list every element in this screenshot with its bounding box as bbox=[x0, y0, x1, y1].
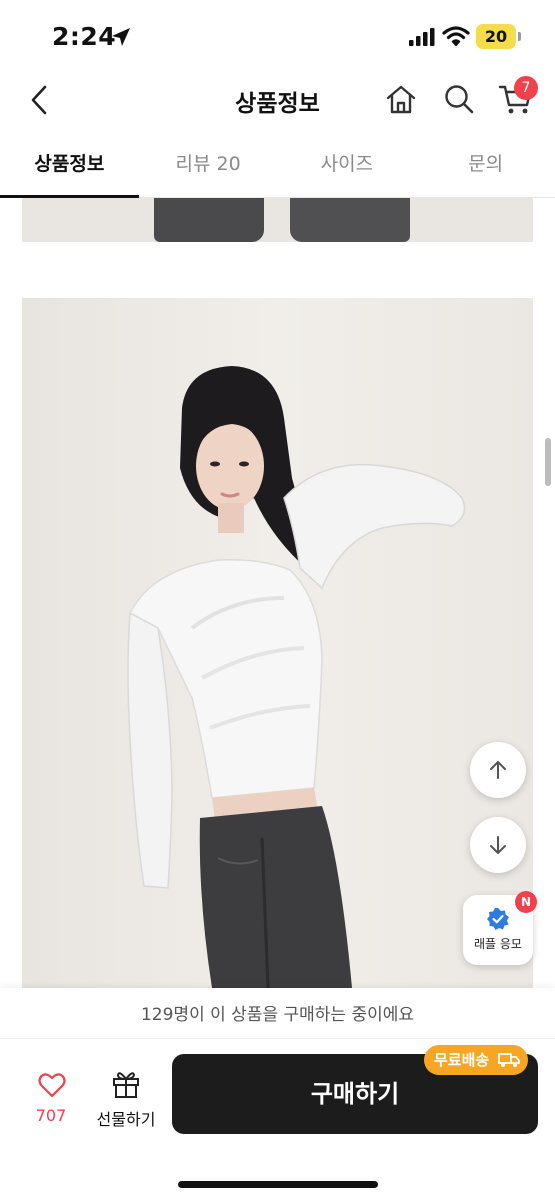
location-arrow-icon bbox=[112, 28, 130, 46]
jeans-leg-left bbox=[154, 198, 264, 242]
scroll-up-button[interactable] bbox=[470, 742, 526, 798]
like-button[interactable]: 707 bbox=[22, 1068, 80, 1132]
purchase-notice: 129명이 이 상품을 구매하는 중이에요 bbox=[140, 1005, 415, 1025]
search-icon[interactable] bbox=[442, 82, 476, 116]
product-image-previous bbox=[22, 198, 533, 242]
status-time: 2:24 bbox=[52, 22, 117, 51]
nav-bar: 상품정보 bbox=[0, 70, 555, 130]
battery-nub bbox=[518, 32, 521, 41]
new-badge: N bbox=[515, 891, 537, 913]
home-indicator[interactable] bbox=[178, 1181, 378, 1188]
truck-icon bbox=[498, 1053, 520, 1067]
arrow-down-icon bbox=[490, 836, 506, 854]
tab-reviews[interactable]: 리뷰 20 bbox=[139, 140, 278, 197]
free-shipping-badge: 무료배송 bbox=[424, 1045, 528, 1075]
gift-icon bbox=[113, 1072, 139, 1098]
battery-indicator: 20 bbox=[476, 24, 516, 49]
tab-product-info[interactable]: 상품정보 bbox=[0, 140, 139, 198]
status-bar: 2:24 20 bbox=[0, 0, 555, 70]
gift-button[interactable]: 선물하기 bbox=[90, 1068, 162, 1132]
jeans-gap bbox=[264, 198, 290, 242]
wifi-icon bbox=[442, 26, 470, 47]
battery-level: 20 bbox=[484, 27, 508, 46]
bottom-purchase-bar: 129명이 이 상품을 구매하는 중이에요 707 선물하기 구매하기 bbox=[0, 988, 555, 1200]
cellular-signal-icon bbox=[409, 28, 435, 46]
raffle-label: 래플 응모 bbox=[474, 937, 522, 951]
scrollbar-thumb[interactable] bbox=[545, 438, 551, 486]
gift-label: 선물하기 bbox=[96, 1110, 156, 1129]
home-icon[interactable] bbox=[384, 82, 418, 116]
model-photo-illustration bbox=[22, 298, 533, 988]
shipping-label: 무료배송 bbox=[434, 1051, 490, 1069]
product-image-model bbox=[22, 298, 533, 988]
arrow-up-icon bbox=[490, 761, 506, 779]
tab-inquiry[interactable]: 문의 bbox=[416, 140, 555, 197]
tab-size[interactable]: 사이즈 bbox=[278, 140, 417, 197]
like-count: 707 bbox=[35, 1106, 67, 1125]
tab-bar: 상품정보 리뷰 20 사이즈 문의 bbox=[0, 140, 555, 198]
jeans-leg-right bbox=[290, 198, 410, 242]
scroll-down-button[interactable] bbox=[470, 817, 526, 873]
divider bbox=[0, 1038, 555, 1039]
verified-check-icon bbox=[487, 908, 509, 930]
heart-icon bbox=[38, 1073, 66, 1098]
cart-count-badge: 7 bbox=[514, 76, 538, 100]
